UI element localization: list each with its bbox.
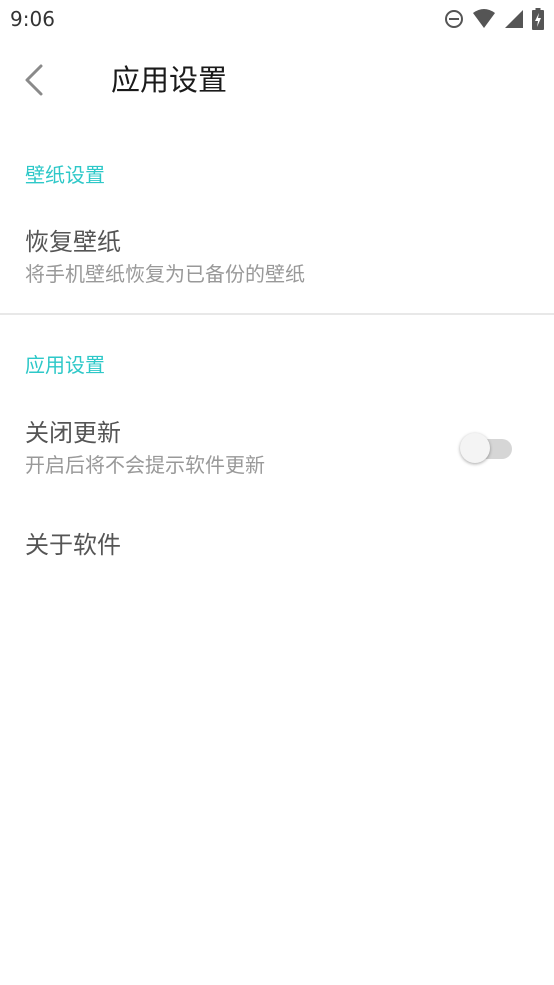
toggle-thumb [460, 433, 490, 463]
page-title: 应用设置 [111, 63, 228, 97]
chevron-left-icon [25, 64, 43, 96]
status-bar: 9:06 [0, 0, 554, 38]
section-header-app: 应用设置 [25, 353, 105, 377]
pref-title: 关闭更新 [25, 419, 121, 447]
about-software-item[interactable]: 关于软件 [0, 515, 554, 575]
pref-summary: 将手机壁纸恢复为已备份的壁纸 [25, 262, 305, 286]
section-divider [0, 313, 554, 315]
pref-title: 关于软件 [25, 531, 121, 559]
signal-icon [505, 10, 523, 28]
section-header-wallpaper: 壁纸设置 [25, 163, 105, 187]
wifi-icon [473, 9, 495, 28]
pref-summary: 开启后将不会提示软件更新 [25, 453, 265, 477]
do-not-disturb-icon [445, 10, 463, 28]
app-bar: 应用设置 [0, 38, 554, 122]
status-time: 9:06 [10, 7, 55, 31]
status-icons [436, 7, 544, 31]
battery-charging-icon [532, 8, 544, 30]
disable-updates-toggle[interactable] [460, 430, 516, 466]
pref-title: 恢复壁纸 [25, 228, 121, 256]
back-button[interactable] [14, 56, 54, 104]
restore-wallpaper-item[interactable]: 恢复壁纸 将手机壁纸恢复为已备份的壁纸 [0, 216, 554, 306]
